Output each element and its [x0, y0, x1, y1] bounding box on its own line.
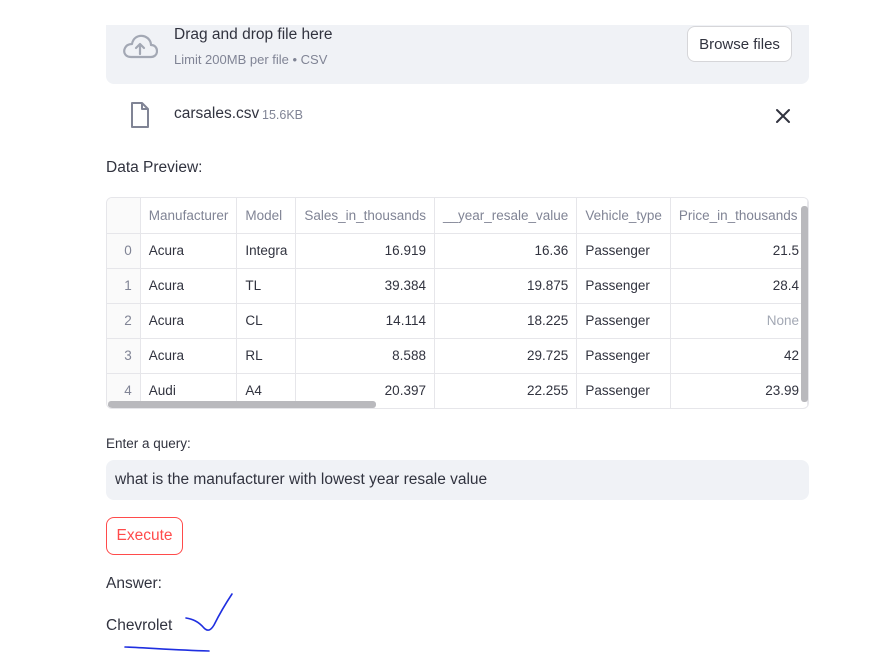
browse-files-button[interactable]: Browse files [687, 26, 792, 62]
table-cell-null[interactable]: None [670, 303, 808, 339]
close-icon[interactable] [774, 107, 792, 125]
execute-button[interactable]: Execute [106, 517, 183, 555]
row-index: 3 [107, 338, 141, 374]
table-cell[interactable]: 22.255 [434, 373, 578, 408]
dropzone-title: Drag and drop file here [174, 26, 333, 43]
table-cell[interactable]: CL [236, 303, 297, 339]
column-header[interactable]: Sales_in_thousands [295, 198, 435, 234]
table-cell[interactable]: Passenger [576, 338, 671, 374]
answer-label: Answer: [106, 575, 162, 592]
table-cell[interactable]: 19.875 [434, 268, 578, 304]
table-cell[interactable]: RL [236, 338, 297, 374]
file-size: 15.6KB [262, 108, 304, 122]
column-header[interactable]: Vehicle_type [576, 198, 671, 234]
table-row: 1 Acura TL 39.384 19.875 Passenger 28.4 [107, 268, 808, 304]
column-header[interactable]: Model [236, 198, 297, 234]
table-cell[interactable]: 21.5 [670, 233, 808, 269]
uploaded-file-row: carsales.csv 15.6KB [106, 100, 809, 132]
table-row: 0 Acura Integra 16.919 16.36 Passenger 2… [107, 233, 808, 269]
table-cell[interactable]: 14.114 [295, 303, 435, 339]
cloud-upload-icon [123, 34, 158, 59]
query-label: Enter a query: [106, 436, 191, 451]
table-cell[interactable]: 16.36 [434, 233, 578, 269]
horizontal-scrollbar[interactable] [108, 401, 376, 408]
dropzone-subtitle: Limit 200MB per file • CSV [174, 52, 328, 67]
file-dropzone[interactable]: Drag and drop file here Limit 200MB per … [106, 25, 809, 84]
table-row: 2 Acura CL 14.114 18.225 Passenger None [107, 303, 808, 339]
table-cell[interactable]: 23.99 [670, 373, 808, 408]
table-cell[interactable]: Integra [236, 233, 297, 269]
table-cell[interactable]: Acura [140, 268, 238, 304]
table-cell[interactable]: 8.588 [295, 338, 435, 374]
data-preview-table[interactable]: Manufacturer Model Sales_in_thousands __… [106, 197, 809, 409]
table-cell[interactable]: 39.384 [295, 268, 435, 304]
vertical-scrollbar[interactable] [801, 206, 808, 402]
table-cell[interactable]: 29.725 [434, 338, 578, 374]
table-header-row: Manufacturer Model Sales_in_thousands __… [107, 198, 808, 234]
table-cell[interactable]: Passenger [576, 268, 671, 304]
row-index: 2 [107, 303, 141, 339]
column-header[interactable]: Price_in_thousands [670, 198, 808, 234]
table-cell[interactable]: 42 [670, 338, 808, 374]
table-cell[interactable]: 28.4 [670, 268, 808, 304]
row-index: 0 [107, 233, 141, 269]
table-cell[interactable]: Acura [140, 303, 238, 339]
row-index: 1 [107, 268, 141, 304]
table-cell[interactable]: 18.225 [434, 303, 578, 339]
file-name: carsales.csv [174, 105, 260, 122]
column-header-index [107, 198, 141, 234]
query-input[interactable] [106, 460, 809, 500]
table-cell[interactable]: Acura [140, 338, 238, 374]
table-cell[interactable]: Passenger [576, 373, 671, 408]
table-cell[interactable]: Acura [140, 233, 238, 269]
column-header[interactable]: __year_resale_value [434, 198, 578, 234]
data-preview-label: Data Preview: [106, 159, 203, 176]
table-cell[interactable]: 16.919 [295, 233, 435, 269]
answer-value: Chevrolet [106, 617, 173, 634]
column-header[interactable]: Manufacturer [140, 198, 238, 234]
file-icon [131, 102, 149, 128]
table-cell[interactable]: TL [236, 268, 297, 304]
checkmark-stroke [185, 593, 233, 631]
table-row: 3 Acura RL 8.588 29.725 Passenger 42 [107, 338, 808, 374]
table-cell[interactable]: Passenger [576, 233, 671, 269]
underline-stroke [124, 646, 210, 652]
table-cell[interactable]: Passenger [576, 303, 671, 339]
